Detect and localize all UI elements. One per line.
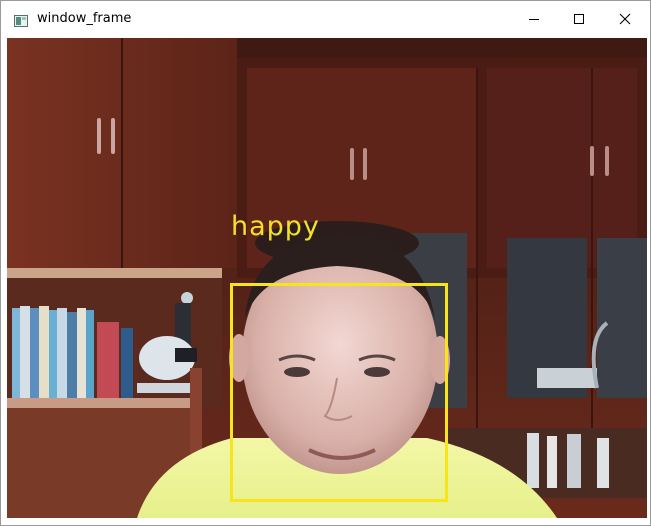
maximize-button[interactable] (556, 1, 602, 37)
maximize-icon (574, 14, 584, 24)
close-icon (619, 13, 631, 25)
close-button[interactable] (602, 1, 648, 37)
app-window-icon (14, 14, 28, 27)
webcam-frame: happy (7, 38, 647, 518)
minimize-button[interactable] (511, 1, 557, 37)
emotion-label: happy (231, 211, 320, 242)
app-window: window_frame happy (0, 0, 651, 526)
title-bar[interactable]: window_frame (1, 1, 650, 37)
face-bounding-box (230, 283, 448, 502)
minimize-icon (529, 19, 539, 20)
window-title: window_frame (37, 11, 132, 26)
